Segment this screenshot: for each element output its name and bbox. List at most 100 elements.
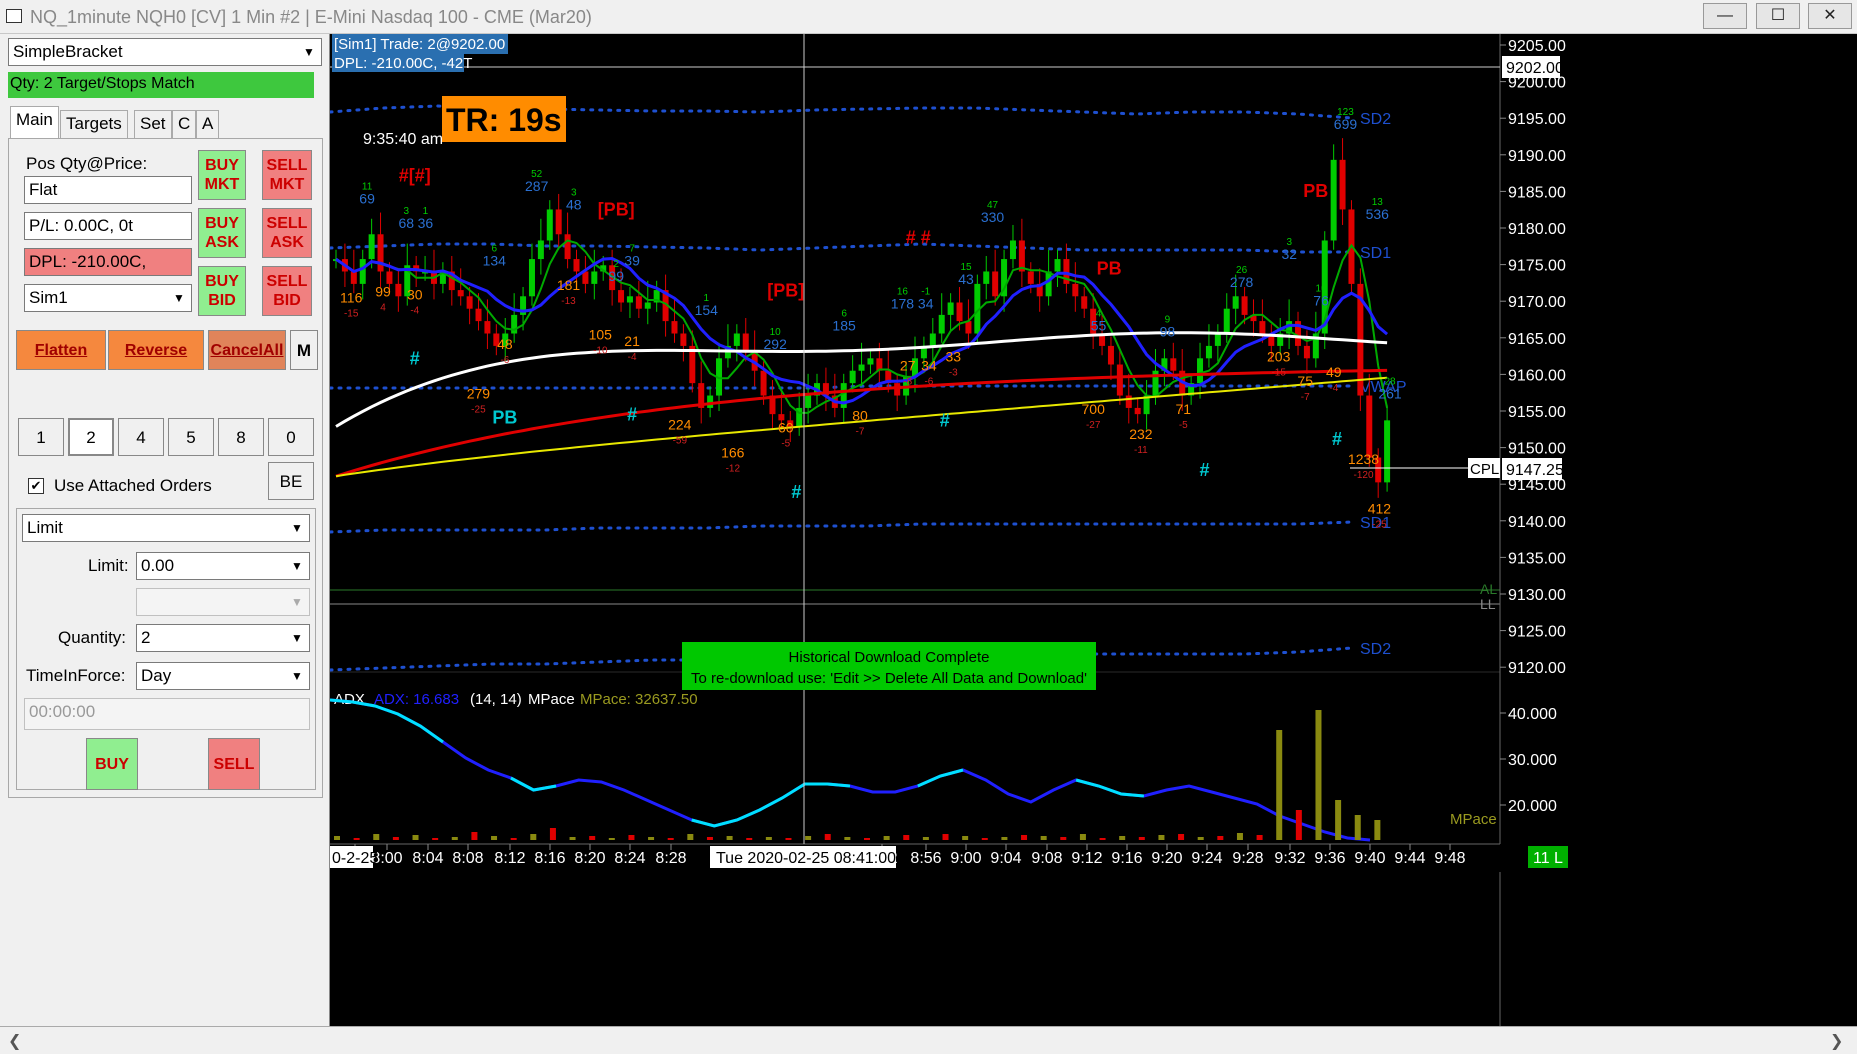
time-start-label: 0-2-25 xyxy=(332,850,378,867)
download-line-2: To re-download use: 'Edit >> Delete All … xyxy=(691,670,1087,687)
scroll-right-icon[interactable]: ❯ xyxy=(1830,1031,1843,1051)
qty-1-button[interactable]: 1 xyxy=(18,418,64,456)
m-button[interactable]: M xyxy=(290,330,318,370)
dpl-field: DPL: -210.00C, xyxy=(24,248,192,276)
tab-a[interactable]: A xyxy=(196,110,220,138)
candle-body xyxy=(386,271,393,284)
candle-body xyxy=(395,283,402,297)
tif-label: TimeInForce: xyxy=(26,666,126,685)
candle-body xyxy=(359,259,366,284)
order-type-select[interactable]: Limit ▼ xyxy=(22,514,310,542)
cyan-signal-label: PB xyxy=(492,407,517,427)
sell-button[interactable]: SELL xyxy=(208,738,260,790)
tab-main[interactable]: Main xyxy=(10,106,59,138)
buy-ask-button[interactable]: BUY ASK xyxy=(198,208,246,258)
candle-body xyxy=(1107,345,1114,365)
mpace-volume-bar xyxy=(962,836,969,840)
chevron-down-icon: ▼ xyxy=(291,595,303,609)
candle-body xyxy=(983,271,990,284)
maximize-button[interactable]: ☐ xyxy=(1756,3,1800,29)
chevron-down-icon: ▼ xyxy=(173,291,185,305)
adx-rising-segment xyxy=(691,782,851,828)
band-label: SD2 xyxy=(1360,641,1391,658)
mpace-volume-bar xyxy=(1158,835,1165,840)
indicator-tick-label: 40.000 xyxy=(1508,706,1557,723)
indicator-layer: ADX ADX: 16.683 (14, 14) MPace MPace: 32637.… xyxy=(330,691,1567,842)
candle-body xyxy=(947,302,954,315)
chart-area[interactable]: SD2 SD1 VWAP SD1 SD2 AL LL #[#] [PB] [PB] # # PB PB… xyxy=(330,34,1857,1026)
candle-body xyxy=(1366,395,1373,458)
volume-label: 48 xyxy=(497,336,513,352)
tif-select[interactable]: Day ▼ xyxy=(136,662,310,690)
qty-0-button[interactable]: 0 xyxy=(268,418,314,456)
scroll-left-icon[interactable]: ❮ xyxy=(8,1031,21,1051)
qty-2-button[interactable]: 2 xyxy=(68,418,114,456)
cyan-signal-label: # xyxy=(791,482,801,502)
minimize-button[interactable]: — xyxy=(1703,3,1747,29)
order-entry-panel: SimpleBracket ▼ Qty: 2 Target/Stops Matc… xyxy=(0,34,330,1026)
reverse-button[interactable]: Reverse xyxy=(108,330,204,370)
quantity-input[interactable]: 2 ▼ xyxy=(136,624,310,652)
time-tick-label: 9:00 xyxy=(950,850,981,867)
candle-body xyxy=(1339,159,1346,210)
cyan-signal-label: # xyxy=(1332,429,1342,449)
account-select[interactable]: Sim1 ▼ xyxy=(24,284,192,312)
cancel-all-button[interactable]: CancelAll xyxy=(208,330,286,370)
strategy-select[interactable]: SimpleBracket ▼ xyxy=(8,38,322,66)
mpace-volume-bar xyxy=(510,838,517,840)
candle-body xyxy=(1197,358,1204,384)
buy-market-button[interactable]: BUY MKT xyxy=(198,150,246,200)
mpace-volume-bar xyxy=(392,837,399,840)
candle-body xyxy=(680,333,687,346)
mpace-volume-bar xyxy=(1040,836,1047,840)
tab-targets[interactable]: Targets xyxy=(60,110,128,138)
pos-qty-label: Pos Qty@Price: xyxy=(26,154,148,173)
sell-market-button[interactable]: SELL MKT xyxy=(262,150,312,200)
tab-set[interactable]: Set xyxy=(134,110,172,138)
volume-label: 181 xyxy=(557,277,581,293)
ll-label: LL xyxy=(1480,596,1496,612)
buy-button[interactable]: BUY xyxy=(86,738,138,790)
cyan-signal-label: # xyxy=(410,349,420,369)
chevron-down-icon: ▼ xyxy=(291,521,303,535)
delta-label: -6 xyxy=(924,377,933,388)
qty-4-button[interactable]: 4 xyxy=(118,418,164,456)
candle-body xyxy=(1223,308,1230,334)
candle-body xyxy=(1027,271,1034,284)
chevron-down-icon: ▼ xyxy=(291,559,303,573)
delta-label: -13 xyxy=(561,296,576,307)
tab-c[interactable]: C xyxy=(172,110,197,138)
close-button[interactable]: ✕ xyxy=(1808,3,1852,29)
price-chart[interactable]: SD2SD1VWAPSD1SD2ALLL #[#][PB][PB]# #PBPB… xyxy=(330,34,1857,1026)
sim-trade-label: [Sim1] Trade: 2@9202.00 xyxy=(334,36,505,53)
time-tick-label: 9:08 xyxy=(1031,850,1062,867)
mpace-volume-bar xyxy=(569,837,576,840)
qty-8-button[interactable]: 8 xyxy=(218,418,264,456)
time-input[interactable]: 00:00:00 xyxy=(24,698,310,730)
mpace-volume-bar xyxy=(373,834,380,840)
sd-band-line xyxy=(330,242,1354,254)
sell-bid-button[interactable]: SELL BID xyxy=(262,266,312,316)
mpace-volume-bar xyxy=(549,828,556,840)
time-tick-label: 9:24 xyxy=(1191,850,1222,867)
volume-label: 105 xyxy=(589,327,613,343)
time-tick-label: 9:20 xyxy=(1151,850,1182,867)
buy-volume-label: 261 xyxy=(1378,386,1402,402)
flatten-button[interactable]: Flatten xyxy=(16,330,106,370)
stop-price-input[interactable]: ▼ xyxy=(136,588,310,616)
candle-body xyxy=(1009,240,1016,260)
mpace-volume-bar xyxy=(589,836,596,840)
buy-bid-button[interactable]: BUY BID xyxy=(198,266,246,316)
time-tick-label: 8:56 xyxy=(910,850,941,867)
horizontal-scrollbar[interactable]: ❮ ❯ xyxy=(0,1026,1857,1054)
title-bar: NQ_1minute NQH0 [CV] 1 Min #2 | E-Mini N… xyxy=(0,0,1857,34)
mpace-volume-bar xyxy=(1236,833,1243,840)
candle-body xyxy=(377,234,384,272)
qty-5-button[interactable]: 5 xyxy=(168,418,214,456)
limit-price-input[interactable]: 0.00 ▼ xyxy=(136,552,310,580)
volume-label: 700 xyxy=(1082,401,1106,417)
use-attached-checkbox[interactable]: ✔ xyxy=(28,478,44,494)
sell-ask-button[interactable]: SELL ASK xyxy=(262,208,312,258)
crosshair-time-label: Tue 2020-02-25 08:41:00 xyxy=(716,850,896,867)
breakeven-button[interactable]: BE xyxy=(268,462,314,500)
